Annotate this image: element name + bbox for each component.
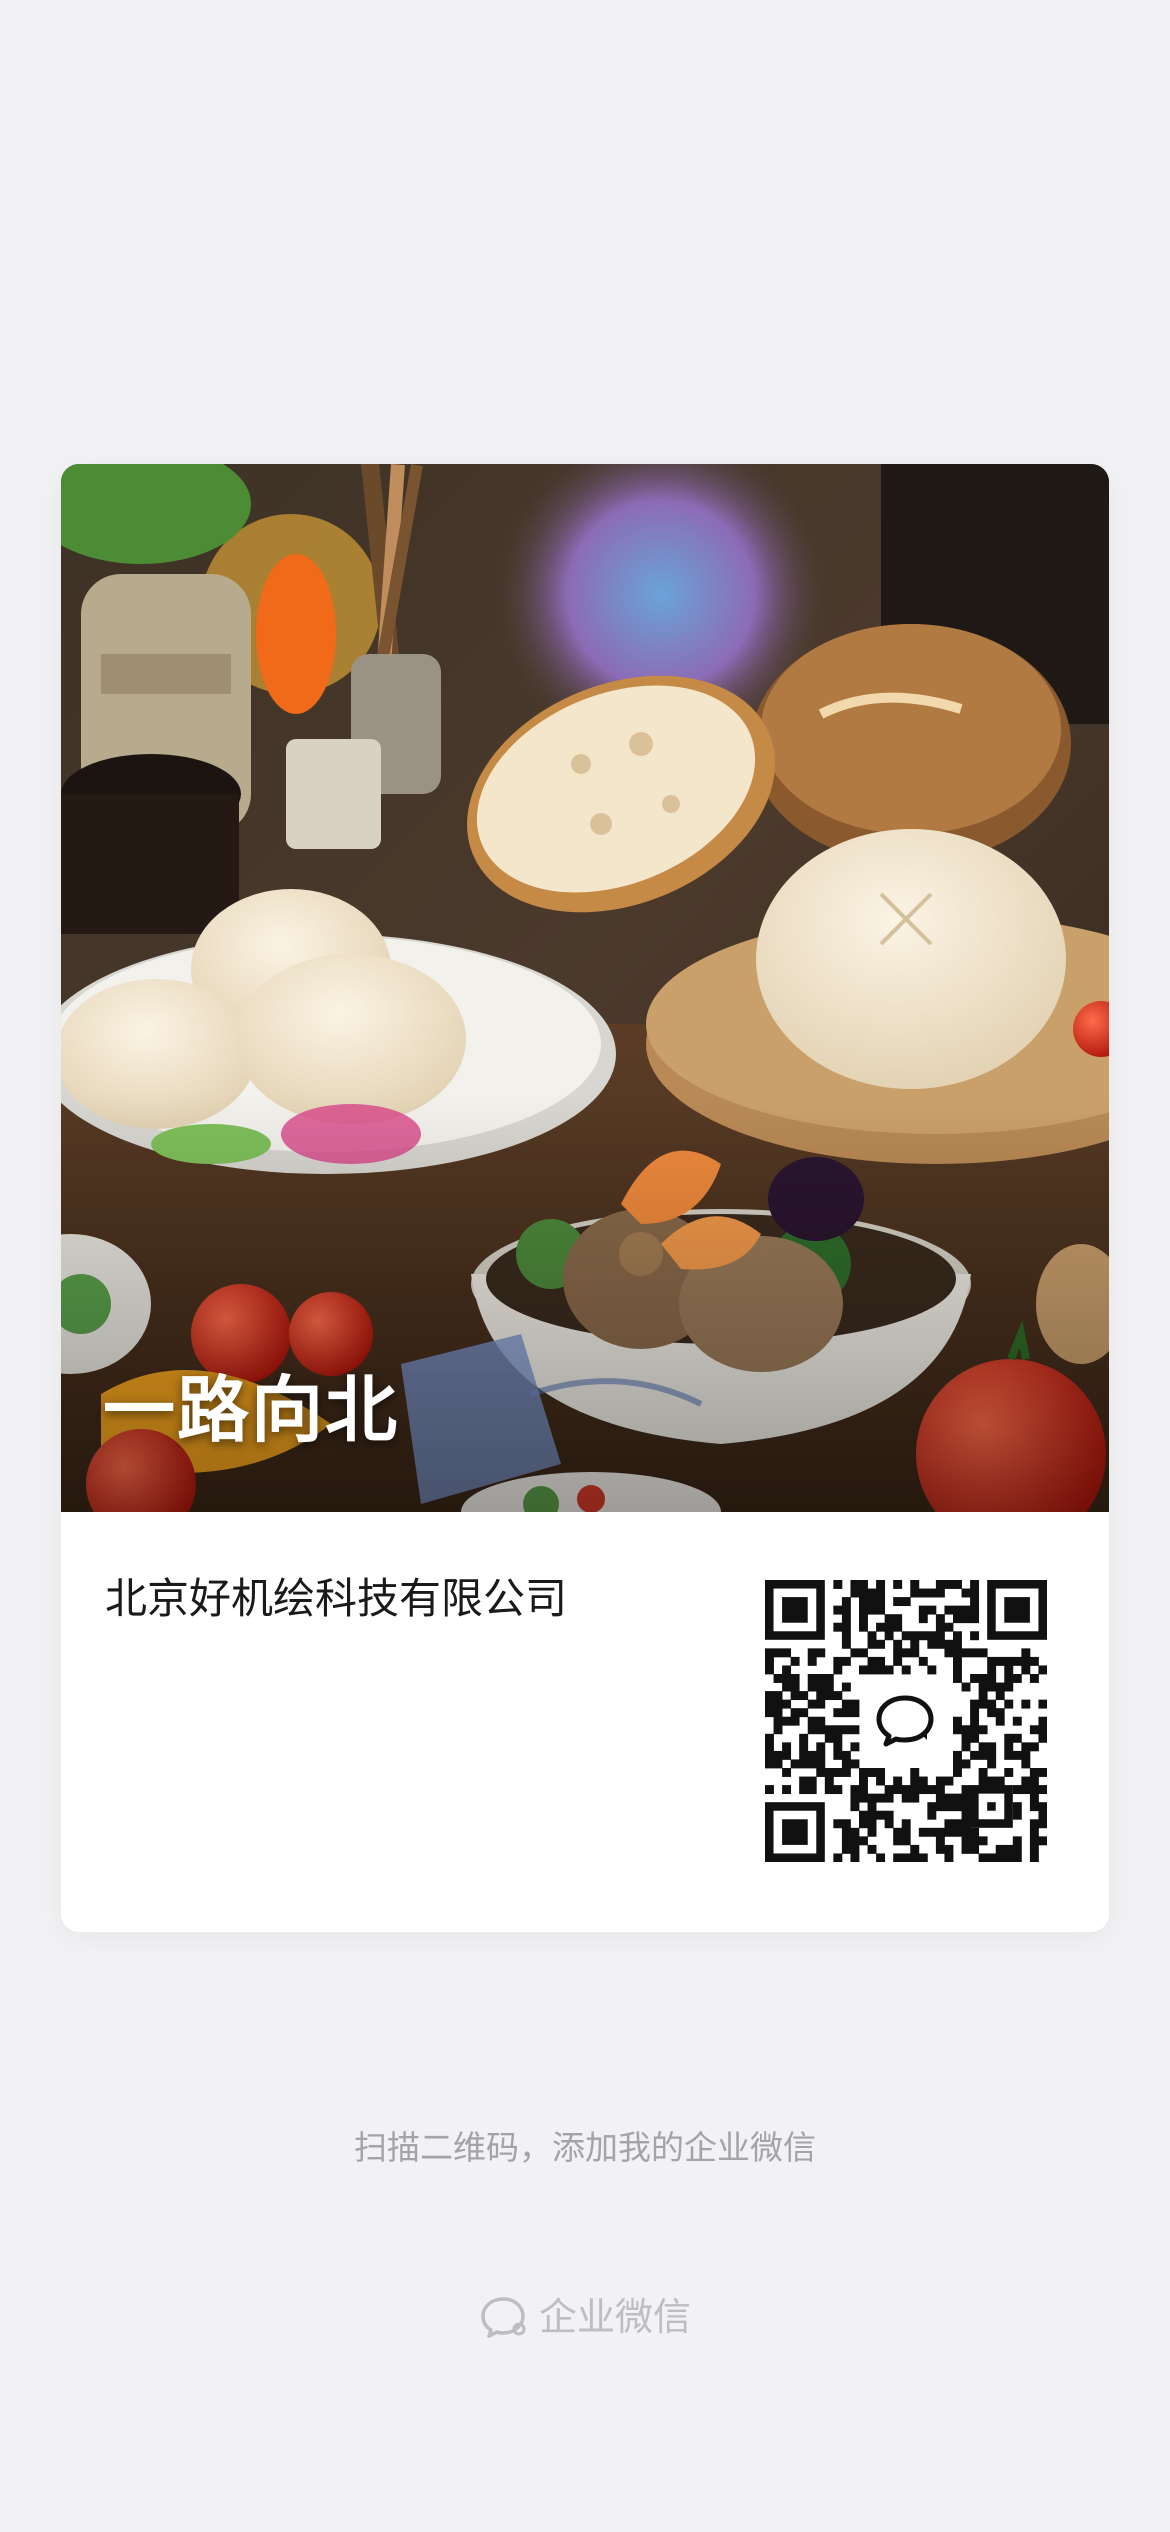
contact-card: 一路向北 北京好机绘科技有限公司 [61, 464, 1109, 1932]
food-table-illustration [61, 464, 1109, 1512]
cover-photo: 一路向北 [61, 464, 1109, 1512]
scan-hint-text: 扫描二维码，添加我的企业微信 [354, 2128, 816, 2167]
wecom-logo-icon [481, 2297, 526, 2338]
cover-title: 一路向北 [103, 1368, 400, 1452]
brand-label: 企业微信 [538, 2295, 691, 2339]
qr-code [765, 1580, 1048, 1863]
wecom-brand: 企业微信 [0, 2295, 1170, 2339]
company-name: 北京好机绘科技有限公司 [105, 1574, 568, 1623]
wecom-chat-icon [869, 1684, 943, 1758]
